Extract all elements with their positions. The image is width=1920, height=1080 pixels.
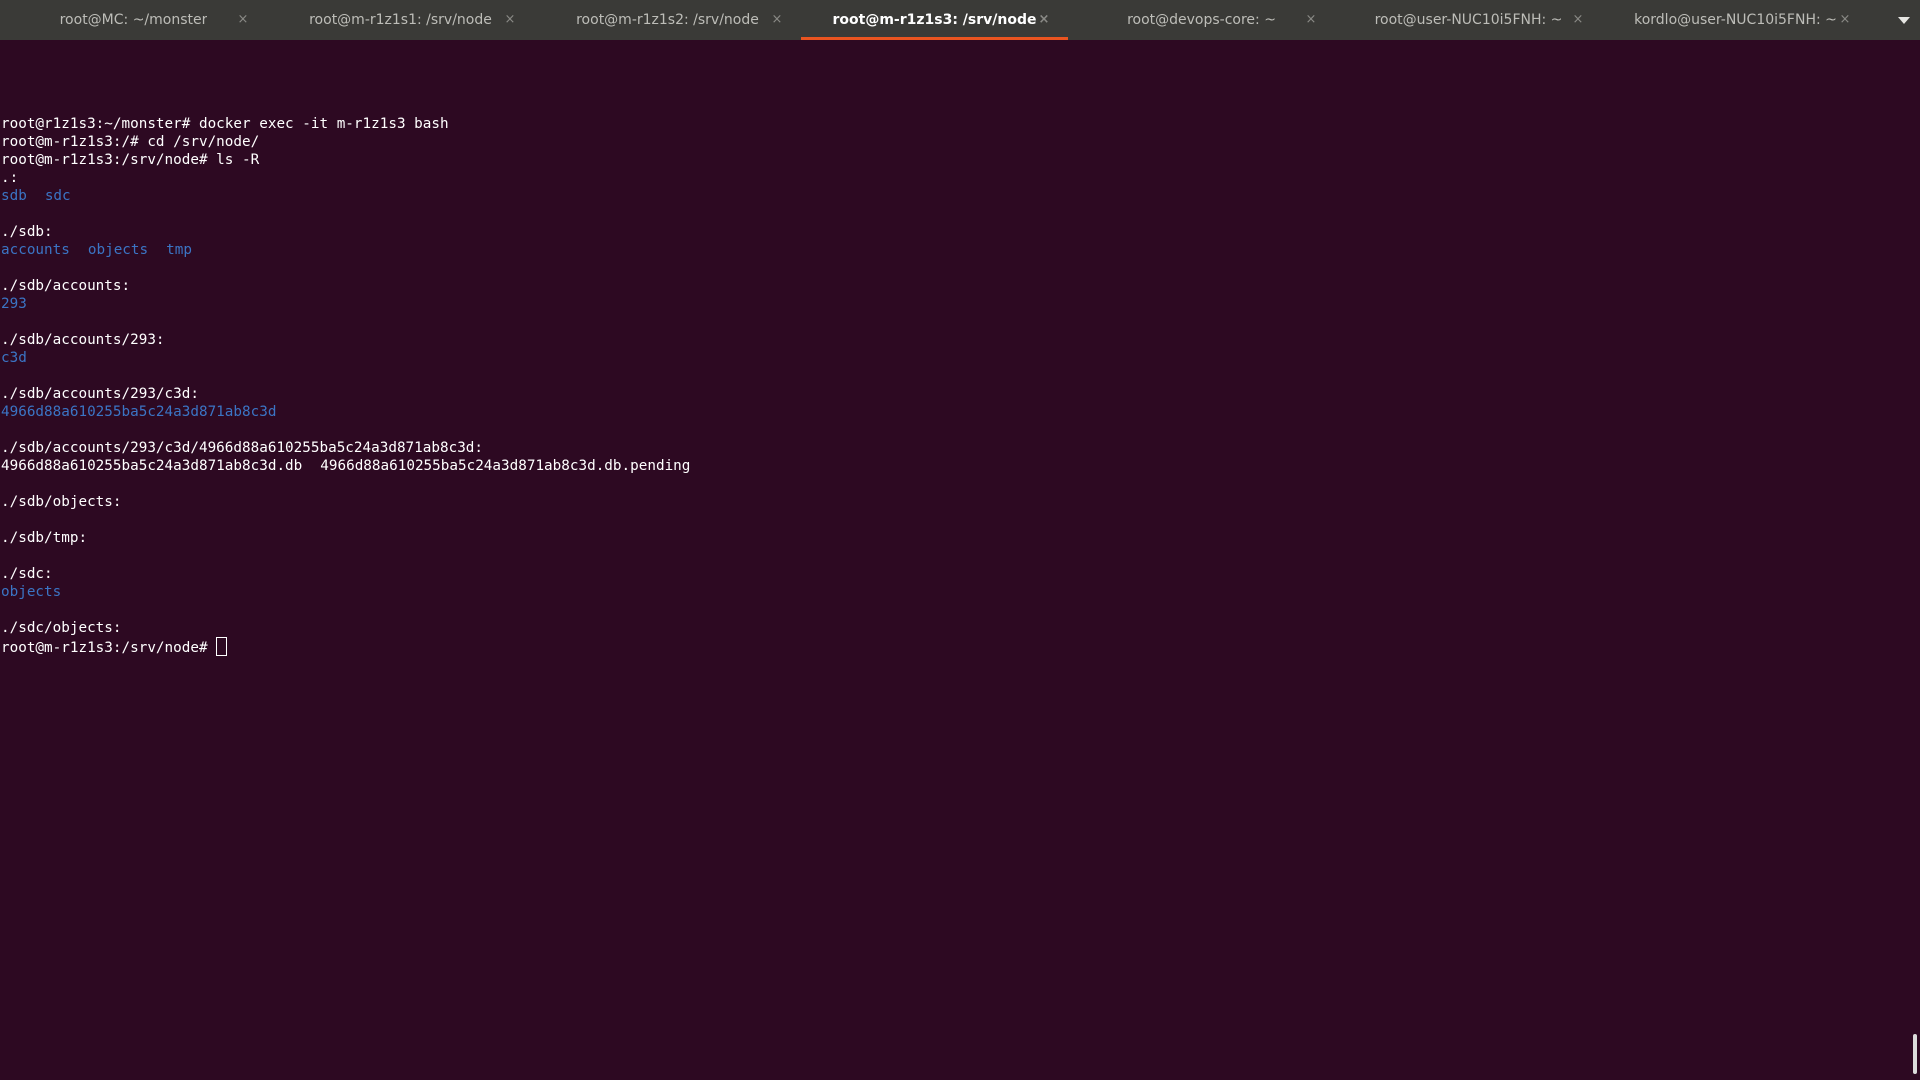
directory-entry: sdb — [1, 188, 27, 204]
tab-label: root@m-r1z1s3: /srv/node — [832, 12, 1037, 28]
tab-kordlo-user-nuc[interactable]: kordlo@user-NUC10i5FNH: ~ × — [1602, 0, 1869, 40]
close-icon[interactable]: × — [1839, 13, 1851, 26]
tab-label: root@m-r1z1s1: /srv/node — [309, 12, 492, 28]
terminal-scrollbar[interactable] — [1913, 1034, 1917, 1074]
directory-entry: 293 — [1, 296, 27, 312]
tab-label: kordlo@user-NUC10i5FNH: ~ — [1634, 12, 1837, 28]
terminal-line: .: — [1, 170, 19, 186]
terminal-line: accounts objects tmp — [1, 241, 1920, 259]
close-icon[interactable]: × — [1305, 13, 1317, 26]
file-entry: 4966d88a610255ba5c24a3d871ab8c3d.db — [1, 458, 303, 474]
tab-m-r1z1s1[interactable]: root@m-r1z1s1: /srv/node × — [267, 0, 534, 40]
terminal-line: ./sdc: — [1, 566, 53, 582]
terminal-line: ./sdb/accounts: — [1, 278, 131, 294]
terminal-line: ./sdb/accounts/293/c3d: — [1, 386, 199, 402]
directory-entry: c3d — [1, 350, 27, 366]
tab-label: root@devops-core: ~ — [1127, 12, 1276, 28]
tab-m-r1z1s3[interactable]: root@m-r1z1s3: /srv/node × — [801, 0, 1068, 40]
shell-prompt: root@m-r1z1s3:/srv/node# — [1, 640, 208, 656]
directory-entry: accounts — [1, 242, 70, 258]
tab-label: root@user-NUC10i5FNH: ~ — [1374, 12, 1563, 28]
terminal-line: ./sdb/tmp: — [1, 530, 88, 546]
terminal-line: ./sdc/objects: — [1, 620, 122, 636]
terminal-line: ./sdb/accounts/293: — [1, 332, 165, 348]
tab-m-r1z1s2[interactable]: root@m-r1z1s2: /srv/node × — [534, 0, 801, 40]
chevron-down-icon — [1897, 16, 1910, 24]
terminal-line: 4966d88a610255ba5c24a3d871ab8c3d.db 4966d… — [1, 457, 1920, 475]
tab-label: root@m-r1z1s2: /srv/node — [576, 12, 759, 28]
close-icon[interactable]: × — [237, 13, 249, 26]
tab-mc-monster[interactable]: root@MC: ~/monster × — [0, 0, 267, 40]
text-cursor — [215, 637, 227, 656]
directory-entry: objects — [87, 242, 149, 258]
tab-label: root@MC: ~/monster — [59, 12, 208, 28]
close-icon[interactable]: × — [771, 13, 783, 26]
terminal-line: root@m-r1z1s3:/# cd /srv/node/ — [1, 134, 260, 150]
close-icon[interactable]: × — [1572, 13, 1584, 26]
directory-entry: sdc — [44, 188, 71, 204]
terminal-line: ./sdb/objects: — [1, 494, 122, 510]
terminal-line: root@m-r1z1s3:/srv/node# ls -R — [1, 152, 260, 168]
tab-bar: root@MC: ~/monster × root@m-r1z1s1: /srv… — [0, 0, 1920, 40]
directory-entry: tmp — [166, 242, 192, 258]
file-entry: 4966d88a610255ba5c24a3d871ab8c3d.db.pend… — [320, 458, 691, 474]
tab-list: root@MC: ~/monster × root@m-r1z1s1: /srv… — [0, 0, 1887, 40]
terminal-line: root@r1z1s3:~/monster# docker exec -it m… — [1, 116, 449, 132]
tab-list-dropdown-button[interactable] — [1887, 0, 1920, 40]
directory-entry: objects — [1, 584, 62, 600]
terminal-line: ./sdb: — [1, 224, 53, 240]
terminal-output[interactable]: root@r1z1s3:~/monster# docker exec -it m… — [0, 40, 1920, 1080]
tab-root-user-nuc[interactable]: root@user-NUC10i5FNH: ~ × — [1335, 0, 1602, 40]
terminal-line: sdb sdc — [1, 187, 1920, 205]
tab-devops-core[interactable]: root@devops-core: ~ × — [1068, 0, 1335, 40]
directory-entry: 4966d88a610255ba5c24a3d871ab8c3d — [1, 404, 277, 420]
terminal-line: ./sdb/accounts/293/c3d/4966d88a610255ba5… — [1, 440, 484, 456]
close-icon[interactable]: × — [504, 13, 516, 26]
prompt-line: root@m-r1z1s3:/srv/node# — [1, 637, 1920, 656]
close-icon[interactable]: × — [1038, 13, 1050, 26]
